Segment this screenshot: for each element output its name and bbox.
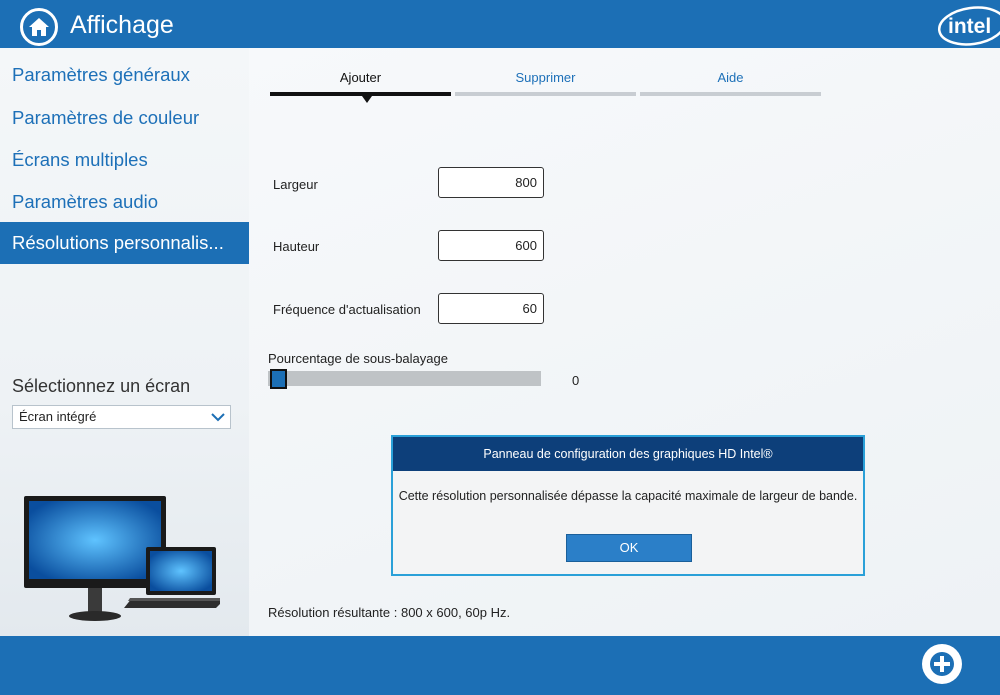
refresh-rate-label: Fréquence d'actualisation — [273, 302, 421, 317]
tab-help-label: Aide — [717, 70, 744, 85]
dialog-title: Panneau de configuration des graphiques … — [393, 437, 863, 471]
home-icon — [29, 18, 49, 36]
sidebar: Paramètres généraux Paramètres de couleu… — [0, 48, 249, 636]
home-button[interactable] — [20, 8, 58, 46]
tab-help[interactable]: Aide — [640, 70, 821, 96]
underscan-slider-thumb[interactable] — [270, 369, 287, 389]
page-title: Affichage — [70, 11, 174, 39]
display-select[interactable]: Écran intégré — [12, 405, 231, 429]
chevron-down-icon — [211, 413, 225, 422]
app-footer — [0, 636, 1000, 695]
main-panel: Ajouter Supprimer Aide Largeur Hauteur F… — [249, 48, 1000, 636]
tab-add-indicator — [270, 92, 451, 96]
resulting-resolution: Résolution résultante : 800 x 600, 60p H… — [268, 605, 511, 620]
refresh-rate-input[interactable] — [438, 293, 544, 324]
ok-button[interactable]: OK — [566, 534, 692, 562]
underscan-slider-track[interactable] — [268, 371, 541, 386]
underscan-label: Pourcentage de sous-balayage — [268, 351, 448, 366]
tab-add[interactable]: Ajouter — [270, 70, 451, 96]
error-dialog: Panneau de configuration des graphiques … — [391, 435, 865, 576]
caret-down-icon — [362, 96, 372, 103]
intel-logo: intel — [937, 6, 1000, 46]
tab-add-label: Ajouter — [339, 70, 382, 85]
height-input[interactable] — [438, 230, 544, 261]
dialog-message: Cette résolution personnalisée dépasse l… — [398, 489, 858, 503]
display-select-value: Écran intégré — [19, 409, 97, 424]
sidebar-item-color[interactable]: Paramètres de couleur — [0, 97, 249, 139]
tab-help-indicator — [640, 92, 821, 96]
plus-icon — [930, 652, 954, 676]
sidebar-item-multiple-displays[interactable]: Écrans multiples — [0, 139, 249, 181]
height-label: Hauteur — [273, 239, 320, 254]
tab-remove[interactable]: Supprimer — [455, 70, 636, 96]
sidebar-item-custom-resolutions[interactable]: Résolutions personnalis... — [0, 222, 249, 264]
sidebar-item-general[interactable]: Paramètres généraux — [0, 54, 249, 96]
width-label: Largeur — [273, 177, 318, 192]
tab-remove-indicator — [455, 92, 636, 96]
display-select-label: Sélectionnez un écran — [12, 376, 191, 396]
app-header: Affichage intel — [0, 0, 1000, 48]
width-input[interactable] — [438, 167, 544, 198]
underscan-value: 0 — [572, 373, 580, 388]
monitor-laptop-icon — [24, 496, 220, 621]
sidebar-item-audio[interactable]: Paramètres audio — [0, 181, 249, 223]
add-button[interactable] — [922, 644, 962, 684]
logo-text: intel — [948, 15, 991, 38]
tab-remove-label: Supprimer — [515, 70, 576, 85]
